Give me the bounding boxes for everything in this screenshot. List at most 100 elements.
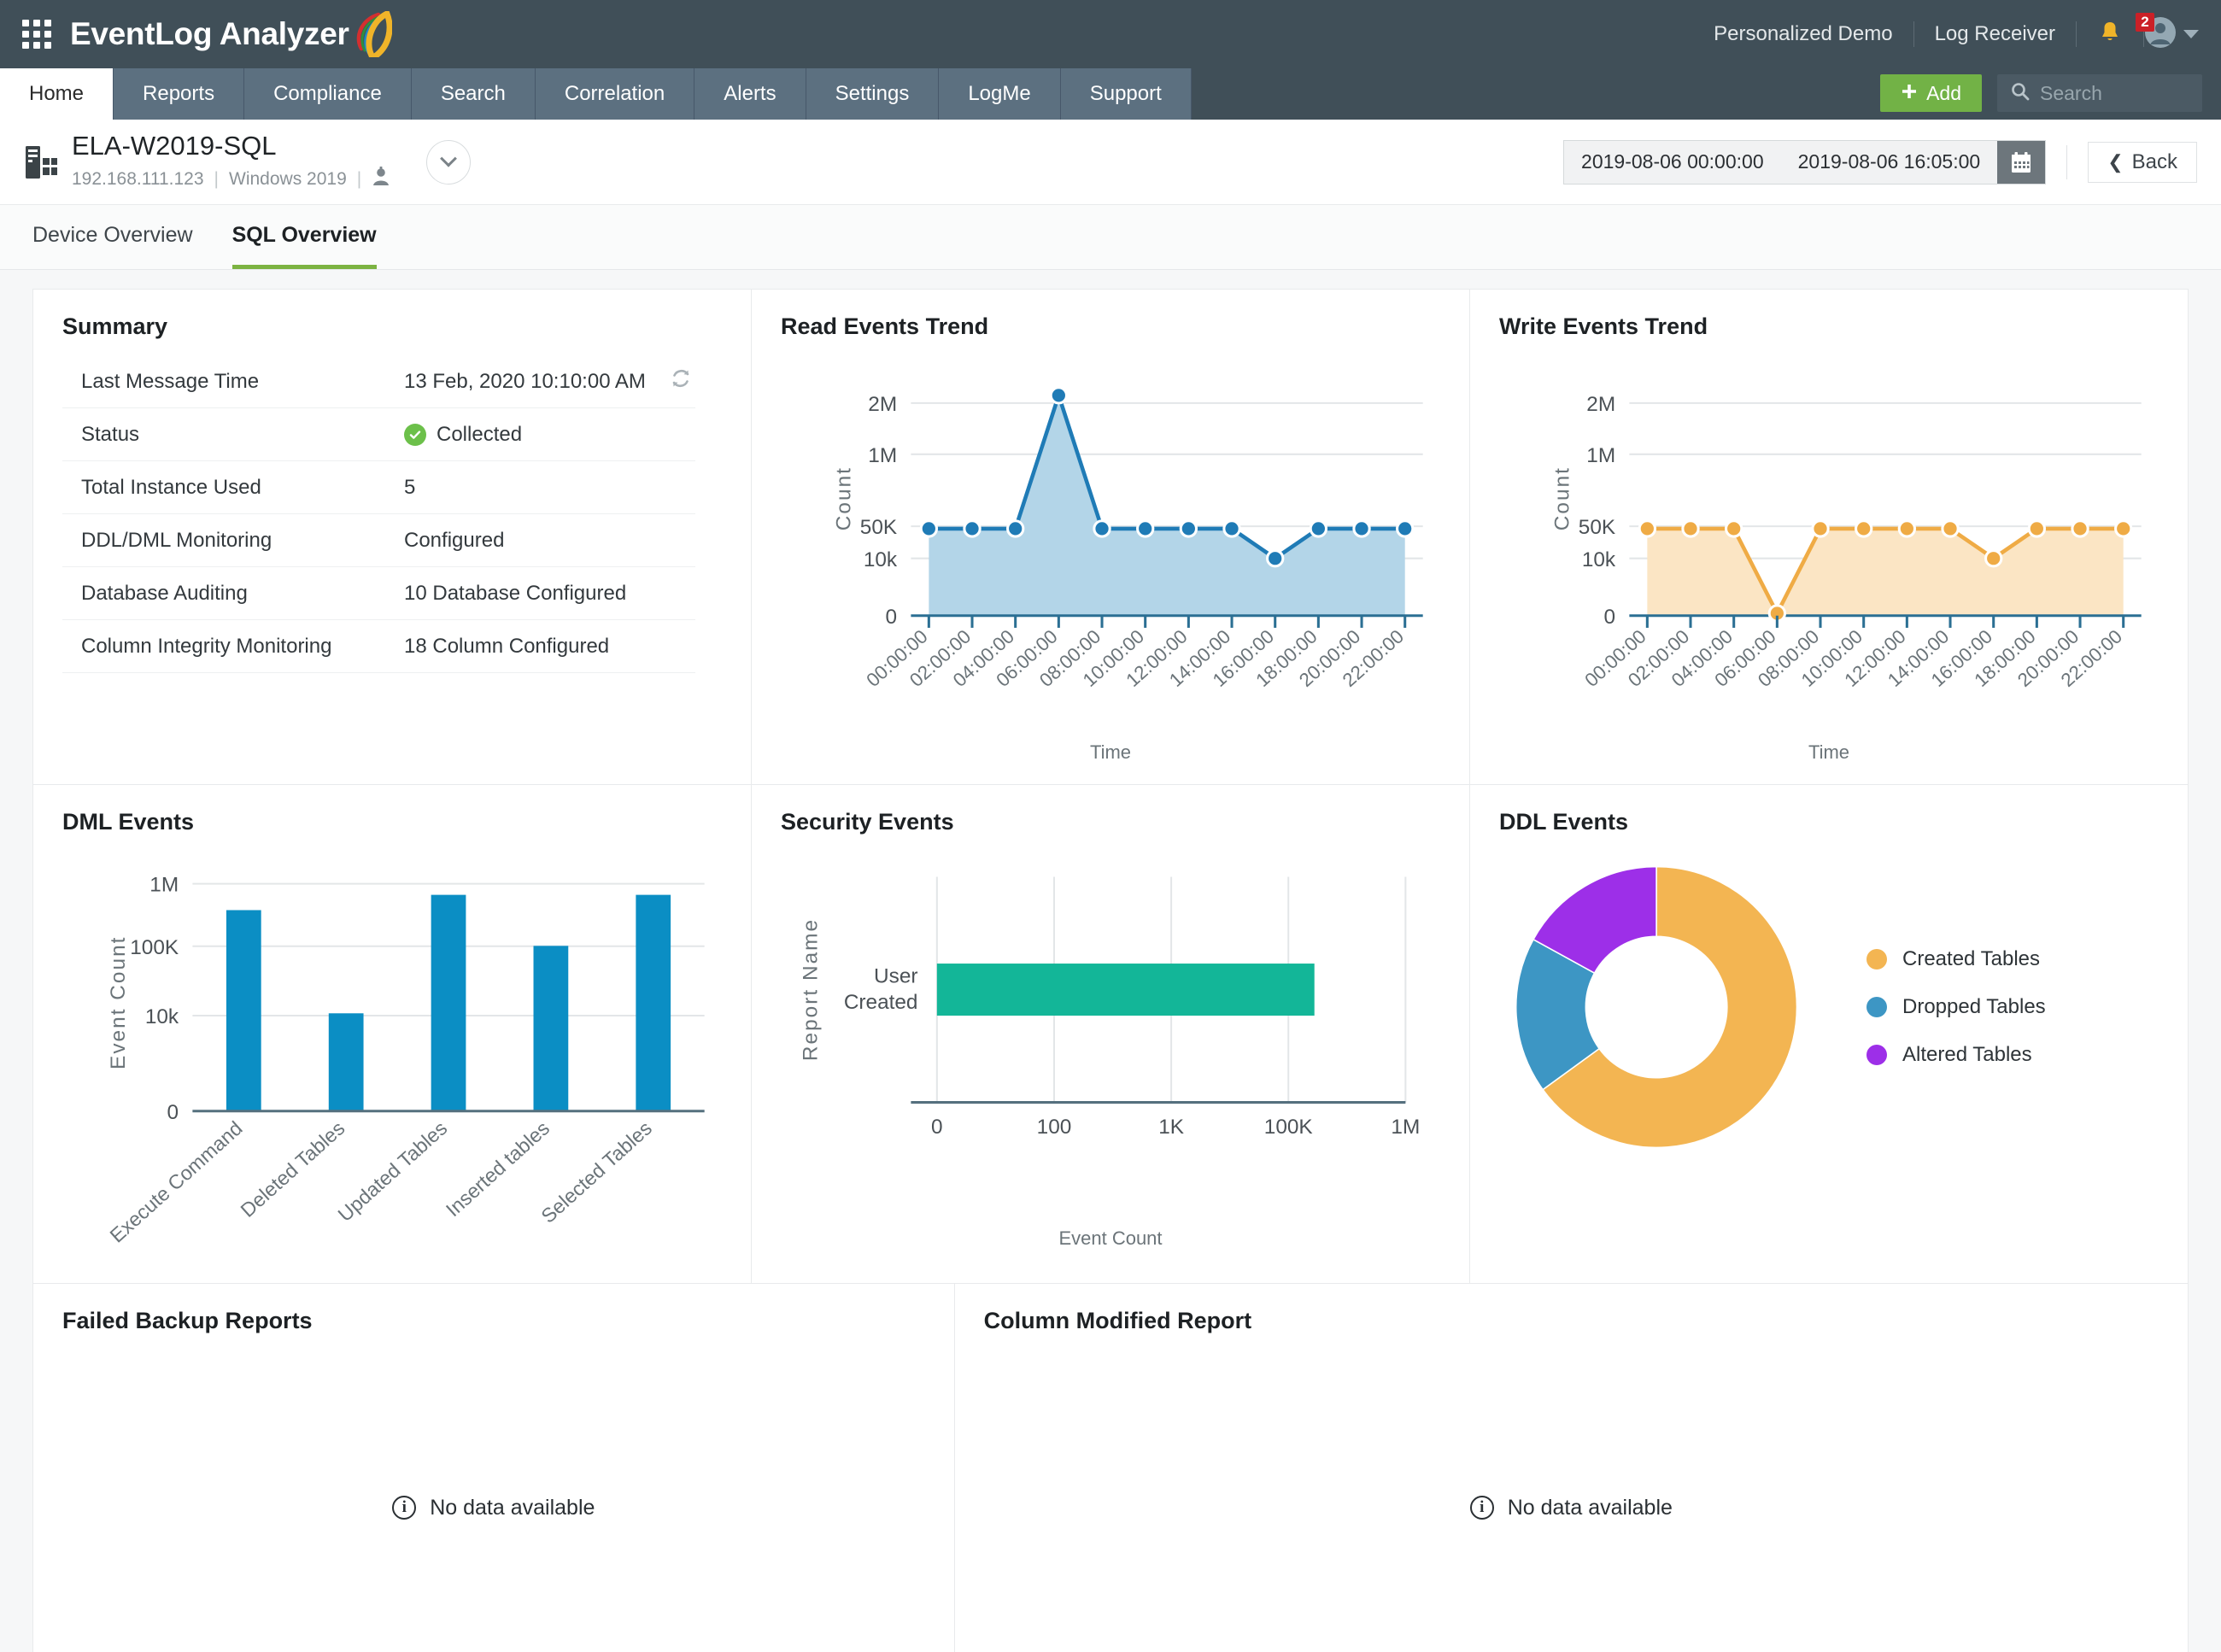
server-icon	[24, 144, 58, 180]
column-modified-no-data: i No data available	[984, 1350, 2159, 1652]
summary-row-value-text: 13 Feb, 2020 10:10:00 AM	[404, 370, 646, 394]
svg-text:0: 0	[167, 1101, 179, 1124]
dml-events-title: DML Events	[62, 809, 722, 835]
read-events-xaxis-label: Time	[781, 741, 1440, 764]
svg-text:Updated Tables: Updated Tables	[334, 1116, 452, 1226]
nav-tab-support[interactable]: Support	[1061, 68, 1192, 120]
main-navigation: Home Reports Compliance Search Correlati…	[0, 68, 2221, 120]
summary-row-label: Total Instance Used	[62, 476, 404, 500]
legend-swatch	[1866, 949, 1887, 970]
svg-text:10k: 10k	[145, 1005, 179, 1028]
failed-backup-reports-title: Failed Backup Reports	[62, 1308, 925, 1334]
svg-text:50K: 50K	[1579, 516, 1615, 539]
write-events-trend-chart[interactable]: Count010k50K1M2M00:00:0002:00:0004:00:00…	[1499, 355, 2159, 764]
svg-text:10k: 10k	[864, 548, 898, 571]
ddl-donut-svg[interactable]	[1499, 858, 1841, 1157]
legend-label: Created Tables	[1902, 947, 2040, 971]
svg-text:Inserted tables: Inserted tables	[442, 1116, 554, 1221]
add-button-label: Add	[1926, 82, 1961, 105]
app-brand: EventLog Analyzer	[70, 11, 392, 57]
summary-panel: Summary Last Message Time 13 Feb, 2020 1…	[33, 290, 752, 784]
security-events-svg: Report NameUserCreated01001K100K1M	[781, 851, 1440, 1216]
summary-row-label: Column Integrity Monitoring	[62, 635, 404, 659]
ddl-events-panel: DDL Events Created Tables Dropped Tables…	[1470, 785, 2188, 1283]
sub-tab-bar: Device Overview SQL Overview	[0, 205, 2221, 270]
nav-actions: Add Search	[1880, 74, 2202, 112]
legend-label: Altered Tables	[1902, 1043, 2032, 1067]
column-modified-report-title: Column Modified Report	[984, 1308, 2159, 1334]
nav-tab-home[interactable]: Home	[0, 68, 114, 120]
security-events-xaxis-label: Event Count	[781, 1227, 1440, 1250]
nav-tab-correlation[interactable]: Correlation	[536, 68, 694, 120]
svg-text:100K: 100K	[130, 936, 179, 959]
summary-row-label: Database Auditing	[62, 582, 404, 606]
svg-text:0: 0	[886, 606, 898, 629]
summary-row: Status Collected	[62, 408, 695, 461]
ddl-events-legend: Created Tables Dropped Tables Altered Ta…	[1866, 947, 2046, 1067]
nav-tab-settings[interactable]: Settings	[806, 68, 940, 120]
search-icon	[2011, 82, 2030, 105]
legend-item-created-tables[interactable]: Created Tables	[1866, 947, 2046, 971]
summary-row: Database Auditing 10 Database Configured	[62, 567, 695, 620]
device-meta: 192.168.111.123 | Windows 2019 |	[72, 167, 390, 192]
device-header: ELA-W2019-SQL 192.168.111.123 | Windows …	[0, 120, 2221, 205]
svg-text:100: 100	[1037, 1116, 1072, 1139]
device-header-actions: 2019-08-06 00:00:00 2019-08-06 16:05:00	[1563, 140, 2197, 185]
back-button-label: Back	[2132, 150, 2177, 174]
back-button[interactable]: ❮ Back	[2088, 142, 2197, 183]
svg-text:Count: Count	[832, 466, 855, 530]
no-data-text: No data available	[430, 1496, 595, 1520]
device-expand-button[interactable]	[426, 140, 471, 185]
notifications-button[interactable]: 2	[2077, 21, 2143, 49]
security-events-chart[interactable]: Report NameUserCreated01001K100K1M Event…	[781, 851, 1440, 1251]
device-identity: ELA-W2019-SQL 192.168.111.123 | Windows …	[72, 132, 390, 192]
dashboard-row-3: Failed Backup Reports i No data availabl…	[32, 1283, 2189, 1652]
subtab-sql-overview[interactable]: SQL Overview	[232, 205, 377, 269]
svg-text:Deleted Tables: Deleted Tables	[237, 1116, 349, 1221]
nav-tab-list: Home Reports Compliance Search Correlati…	[0, 68, 1192, 120]
date-range-end[interactable]: 2019-08-06 16:05:00	[1781, 141, 1998, 184]
svg-text:1M: 1M	[149, 874, 179, 897]
refresh-icon[interactable]	[670, 367, 692, 395]
nav-tab-compliance[interactable]: Compliance	[244, 68, 412, 120]
svg-text:Selected Tables: Selected Tables	[536, 1116, 656, 1227]
top-bar: EventLog Analyzer Personalized Demo Log …	[0, 0, 2221, 68]
dml-events-chart[interactable]: Event Count010k100K1MExecute CommandDele…	[62, 851, 722, 1262]
nav-tab-search[interactable]: Search	[412, 68, 536, 120]
security-events-title: Security Events	[781, 809, 1440, 835]
summary-row-value: 5	[404, 476, 415, 500]
search-input[interactable]: Search	[1997, 74, 2202, 112]
failed-backup-reports-panel: Failed Backup Reports i No data availabl…	[33, 1284, 955, 1652]
legend-item-dropped-tables[interactable]: Dropped Tables	[1866, 995, 2046, 1019]
dml-events-panel: DML Events Event Count010k100K1MExecute …	[33, 785, 752, 1283]
meta-divider: |	[357, 169, 361, 190]
svg-text:Event Count: Event Count	[107, 935, 130, 1069]
meta-divider: |	[214, 169, 219, 190]
svg-text:0: 0	[1604, 606, 1616, 629]
read-events-trend-panel: Read Events Trend Count010k50K1M2M00:00:…	[752, 290, 1470, 784]
summary-row: Last Message Time 13 Feb, 2020 10:10:00 …	[62, 355, 695, 408]
date-range-start[interactable]: 2019-08-06 00:00:00	[1564, 141, 1781, 184]
read-events-trend-title: Read Events Trend	[781, 313, 1440, 340]
read-events-trend-svg: Count010k50K1M2M00:00:0002:00:0004:00:00…	[781, 355, 1440, 729]
date-range-picker[interactable]: 2019-08-06 00:00:00 2019-08-06 16:05:00	[1563, 140, 2046, 185]
nav-tab-reports[interactable]: Reports	[114, 68, 244, 120]
subtab-device-overview[interactable]: Device Overview	[32, 205, 193, 269]
nav-tab-logme[interactable]: LogMe	[939, 68, 1060, 120]
svg-text:2M: 2M	[1586, 393, 1615, 416]
add-button[interactable]: Add	[1880, 74, 1982, 112]
log-receiver-link[interactable]: Log Receiver	[1914, 22, 2076, 46]
legend-swatch	[1866, 1045, 1887, 1065]
write-events-trend-svg: Count010k50K1M2M00:00:0002:00:0004:00:00…	[1499, 355, 2159, 729]
apps-grid-icon[interactable]	[22, 20, 51, 49]
summary-row-value: 10 Database Configured	[404, 582, 626, 606]
calendar-icon[interactable]	[1997, 141, 2045, 184]
read-events-trend-chart[interactable]: Count010k50K1M2M00:00:0002:00:0004:00:00…	[781, 355, 1440, 764]
legend-item-altered-tables[interactable]: Altered Tables	[1866, 1043, 2046, 1067]
failed-backup-no-data: i No data available	[62, 1350, 925, 1652]
user-badge-icon	[372, 167, 390, 192]
dashboard-row-2: DML Events Event Count010k100K1MExecute …	[32, 784, 2189, 1283]
personalized-demo-link[interactable]: Personalized Demo	[1693, 22, 1913, 46]
nav-tab-alerts[interactable]: Alerts	[694, 68, 806, 120]
column-modified-report-panel: Column Modified Report i No data availab…	[955, 1284, 2188, 1652]
